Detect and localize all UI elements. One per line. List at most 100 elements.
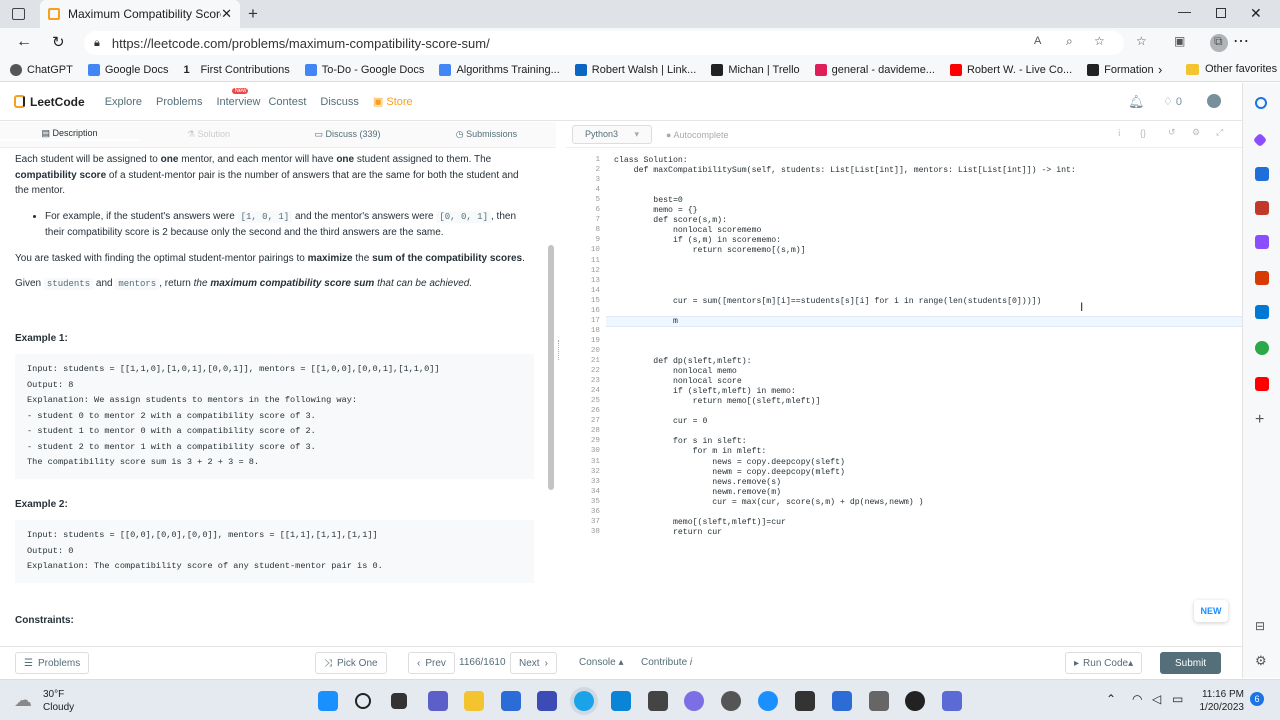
pick-one-button[interactable]: ⤨ Pick One xyxy=(315,652,387,674)
close-tab-icon[interactable]: ✕ xyxy=(221,6,232,22)
toolbox-icon[interactable] xyxy=(1255,201,1269,215)
volume-icon[interactable]: ◁ xyxy=(1152,692,1161,706)
browser-tab[interactable]: Maximum Compatibility Score Su ✕ xyxy=(40,0,240,28)
tree-icon[interactable] xyxy=(1255,341,1269,355)
github-icon[interactable] xyxy=(905,691,925,711)
bookmark-youtube[interactable]: Robert W. - Live Co... xyxy=(949,63,1072,76)
start-icon[interactable] xyxy=(318,691,338,711)
description-scrollbar[interactable] xyxy=(548,245,554,490)
bookmark-linkedin[interactable]: Robert Walsh | Link... xyxy=(574,63,696,76)
sparkle-icon[interactable] xyxy=(1252,132,1268,148)
tab-description[interactable]: ▤ Description xyxy=(0,128,139,141)
notification-badge[interactable]: 6 xyxy=(1250,692,1264,706)
back-icon[interactable]: ← xyxy=(16,33,32,51)
more-menu-icon[interactable]: ⋯ xyxy=(1233,31,1249,51)
panel-icon[interactable]: ⊟ xyxy=(1255,619,1265,633)
new-feature-button[interactable]: NEW xyxy=(1194,600,1228,622)
fullscreen-icon[interactable]: ⤢ xyxy=(1216,127,1223,138)
info-icon[interactable]: ⅰ xyxy=(1118,128,1121,139)
tab-actions-icon[interactable] xyxy=(12,8,25,20)
bookmark-algorithms[interactable]: Algorithms Training... xyxy=(439,63,560,76)
office-icon[interactable] xyxy=(1255,271,1269,285)
bookmark-trello[interactable]: Michan | Trello xyxy=(711,63,800,76)
next-button[interactable]: Next › xyxy=(510,652,557,674)
app-icon[interactable] xyxy=(832,691,852,711)
battery-icon[interactable]: ▭ xyxy=(1172,692,1183,706)
youtube-icon[interactable] xyxy=(1255,377,1269,391)
task-view-icon[interactable] xyxy=(391,693,407,709)
nav-contest[interactable]: Contest xyxy=(268,96,306,108)
refresh-icon[interactable]: ↻ xyxy=(52,33,65,51)
settings-icon[interactable]: ⚙ xyxy=(1255,653,1267,669)
zoom-icon[interactable]: ⌕ xyxy=(1066,34,1073,49)
search-icon[interactable] xyxy=(355,693,371,709)
discord-icon[interactable] xyxy=(684,691,704,711)
coins[interactable]: ♢ 0 xyxy=(1163,95,1182,108)
code-line: memo[(sleft,mleft)]=cur xyxy=(614,517,786,527)
leetcode-logo[interactable]: LeetCode xyxy=(14,95,85,109)
tag-icon[interactable] xyxy=(1255,167,1269,181)
nav-discuss[interactable]: Discuss xyxy=(320,96,359,108)
store-icon[interactable] xyxy=(501,691,521,711)
chevron-up-icon[interactable]: ⌃ xyxy=(1106,692,1116,706)
bookmark-slack[interactable]: general - davideme... xyxy=(814,63,935,76)
bookmark-google-docs[interactable]: Google Docs xyxy=(87,63,168,76)
nav-interview[interactable]: Interview New xyxy=(216,87,260,108)
search-icon[interactable] xyxy=(1255,97,1267,109)
edge-icon[interactable] xyxy=(574,691,594,711)
bookmark-chatgpt[interactable]: ChatGPT xyxy=(10,63,73,76)
editor-app-icon[interactable] xyxy=(537,691,557,711)
tab-solution[interactable]: ⚗ Solution xyxy=(139,129,278,140)
problems-list-button[interactable]: ☰ Problems xyxy=(15,652,90,674)
read-aloud-icon[interactable]: A xyxy=(1034,35,1041,47)
games-icon[interactable] xyxy=(1255,235,1269,249)
new-tab-icon[interactable]: + xyxy=(248,4,258,24)
braces-icon[interactable]: {} xyxy=(1140,128,1146,138)
console-button[interactable]: Console ▴ xyxy=(579,657,624,668)
snipping-icon[interactable] xyxy=(942,691,962,711)
settings-app-icon[interactable] xyxy=(721,691,741,711)
clock[interactable]: 11:16 PM 1/20/2023 xyxy=(1196,688,1245,714)
app-icon[interactable] xyxy=(648,691,668,711)
tab-discuss[interactable]: ▭ Discuss (339) xyxy=(278,129,417,140)
code-editor[interactable]: 1 class Solution: 2 def maxCompatibilitySu… xyxy=(566,152,1242,642)
camera-icon[interactable] xyxy=(795,691,815,711)
bookmark-formation[interactable]: Formation xyxy=(1087,63,1154,76)
chevron-right-icon[interactable]: › xyxy=(1158,62,1162,77)
submit-button[interactable]: Submit xyxy=(1160,652,1222,674)
other-favorites[interactable]: Other favorites xyxy=(1186,63,1277,75)
collections-icon[interactable]: ▣ xyxy=(1174,34,1185,48)
split-screen-icon[interactable]: ⧉ xyxy=(1214,34,1223,49)
bookmark-first-contributions[interactable]: 1 First Contributions xyxy=(183,64,289,76)
help-icon[interactable] xyxy=(758,691,778,711)
url-bar[interactable]: 🔒︎ https://leetcode.com/problems/maximum… xyxy=(84,31,1223,55)
weather-widget[interactable]: 30°F Cloudy xyxy=(43,688,74,714)
run-code-button[interactable]: ▸ Run Code ▴ xyxy=(1065,652,1143,674)
maximize-icon[interactable] xyxy=(1216,8,1226,18)
favorites-icon[interactable]: ☆ xyxy=(1136,34,1147,48)
nav-store[interactable]: ▣ Store xyxy=(373,95,413,108)
prev-button[interactable]: ‹ Prev xyxy=(408,652,455,674)
nav-explore[interactable]: Explore xyxy=(105,96,142,108)
app-icon[interactable] xyxy=(869,691,889,711)
tab-submissions[interactable]: ◷ Submissions xyxy=(417,129,556,140)
add-icon[interactable]: + xyxy=(1255,411,1264,429)
nav-problems[interactable]: Problems xyxy=(156,96,202,108)
settings-icon[interactable]: ⚙ xyxy=(1192,127,1200,138)
user-avatar[interactable] xyxy=(1207,94,1221,108)
bookmark-todo[interactable]: To-Do - Google Docs xyxy=(304,63,424,76)
close-window-icon[interactable]: ✕ xyxy=(1250,5,1262,22)
reset-icon[interactable]: ↺ xyxy=(1168,127,1176,138)
app-icon[interactable] xyxy=(611,691,631,711)
pane-resize-handle[interactable] xyxy=(558,340,560,360)
contribute-button[interactable]: Contribute i xyxy=(641,657,692,668)
outlook-icon[interactable] xyxy=(1255,305,1269,319)
teams-icon[interactable] xyxy=(428,691,448,711)
wifi-icon[interactable]: ◠ xyxy=(1132,692,1142,706)
minimize-icon[interactable]: — xyxy=(1178,4,1191,19)
favorite-star-icon[interactable]: ☆ xyxy=(1094,34,1105,48)
bell-icon[interactable]: 🔔︎ xyxy=(1128,94,1145,110)
file-explorer-icon[interactable] xyxy=(464,691,484,711)
language-select[interactable]: Python3 ▾ xyxy=(572,125,652,144)
autocomplete-toggle[interactable]: ● Autocomplete xyxy=(666,130,729,140)
